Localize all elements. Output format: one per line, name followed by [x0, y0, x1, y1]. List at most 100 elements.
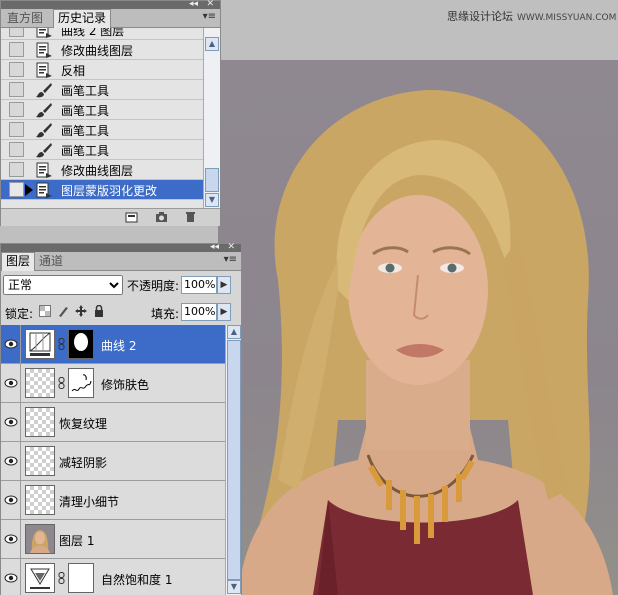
new-document-from-state-icon[interactable] [125, 211, 138, 223]
history-item-label: 修改曲线图层 [61, 164, 134, 178]
lock-position-icon[interactable] [75, 305, 87, 317]
curves-icon[interactable] [25, 329, 55, 359]
blend-mode-select[interactable]: 正常 [3, 275, 123, 295]
close-icon[interactable]: ✕ [206, 0, 214, 9]
layer-row[interactable]: 自然饱和度 1 [1, 559, 225, 595]
double-chevron-icon[interactable]: ◂◂ [210, 242, 219, 252]
eye-icon[interactable] [1, 403, 21, 441]
layer-name[interactable]: 减轻阴影 [59, 454, 107, 471]
history-list: 曲线 2 图层 修改曲线图层 反相 画笔工具 画笔工具 画笔工具 画笔工具 修改曲线图层 图层蒙… [1, 28, 203, 208]
history-source-checkbox[interactable] [9, 142, 24, 157]
eye-icon[interactable] [1, 364, 21, 402]
tab-channels[interactable]: 通道 [35, 253, 67, 269]
watermark-site: WWW.MISSYUAN.COM [517, 13, 617, 23]
watermark: 思缘设计论坛 WWW.MISSYUAN.COM [447, 8, 616, 24]
history-item-label: 修改曲线图层 [61, 44, 134, 58]
scroll-up-arrow-icon[interactable]: ▲ [205, 37, 219, 51]
history-scrollbar[interactable]: ▲ ▼ [203, 28, 220, 208]
history-item[interactable]: 修改曲线图层 [1, 40, 203, 60]
history-source-checkbox[interactable] [9, 162, 24, 177]
tab-histogram[interactable]: 直方图 [3, 10, 47, 26]
tab-layers[interactable]: 图层 [1, 252, 36, 271]
link-chain-icon[interactable] [58, 377, 65, 389]
eye-icon[interactable] [1, 481, 21, 519]
vibrance-icon[interactable] [25, 563, 55, 593]
link-chain-icon[interactable] [58, 338, 65, 350]
history-item-label: 画笔工具 [61, 124, 110, 138]
layer-name[interactable]: 自然饱和度 1 [101, 571, 172, 588]
lock-pixels-icon[interactable] [57, 305, 69, 317]
history-source-checkbox[interactable] [9, 42, 24, 57]
close-icon[interactable]: ✕ [227, 242, 235, 252]
history-item-label: 画笔工具 [61, 84, 110, 98]
scroll-thumb[interactable] [205, 168, 219, 192]
scroll-thumb[interactable] [227, 340, 241, 580]
layer-row[interactable]: 清理小细节 [1, 481, 225, 520]
layer-mask-thumbnail[interactable] [68, 329, 94, 359]
history-item[interactable]: 图层蒙版羽化更改 [1, 180, 203, 200]
scroll-down-arrow-icon[interactable]: ▼ [227, 580, 241, 594]
new-snapshot-icon[interactable] [155, 211, 168, 223]
scroll-down-arrow-icon[interactable]: ▼ [205, 193, 219, 207]
eye-icon[interactable] [1, 442, 21, 480]
layer-thumbnail[interactable] [25, 368, 55, 398]
layer-name[interactable]: 清理小细节 [59, 493, 119, 510]
history-source-checkbox[interactable] [9, 122, 24, 137]
panel-title-bar[interactable]: ◂◂ ✕ [1, 0, 220, 9]
layer-thumbnail[interactable] [25, 407, 55, 437]
eye-icon[interactable] [1, 325, 21, 363]
layer-name[interactable]: 恢复纹理 [59, 415, 107, 432]
brush-icon [35, 142, 53, 158]
panel-title-bar[interactable]: ◂◂ ✕ [1, 242, 241, 252]
link-chain-icon[interactable] [58, 572, 65, 584]
history-item-label: 反相 [61, 64, 86, 78]
history-source-checkbox[interactable] [9, 28, 24, 37]
eye-icon[interactable] [1, 559, 21, 595]
double-chevron-icon[interactable]: ◂◂ [189, 0, 198, 9]
layer-row[interactable]: 曲线 2 [1, 325, 225, 364]
history-state-arrow-icon[interactable] [25, 184, 33, 196]
lock-all-icon[interactable] [93, 305, 105, 317]
history-item[interactable]: 修改曲线图层 [1, 160, 203, 180]
layer-name[interactable]: 修饰肤色 [101, 376, 149, 393]
tab-history[interactable]: 历史记录 [53, 9, 112, 28]
history-item[interactable]: 反相 [1, 60, 203, 80]
layer-name[interactable]: 图层 1 [59, 532, 94, 549]
layer-thumbnail[interactable] [25, 524, 55, 554]
layer-row[interactable]: 修饰肤色 [1, 364, 225, 403]
layers-scrollbar[interactable]: ▲ ▼ [225, 325, 241, 595]
eye-icon[interactable] [1, 520, 21, 558]
history-source-checkbox[interactable] [9, 182, 24, 197]
history-panel: ◂◂ ✕ 直方图 历史记录 ▾≡ 曲线 2 图层 修改曲线图层 反相 画笔工具 画笔工具… [0, 0, 221, 226]
trash-icon[interactable] [184, 211, 197, 223]
history-source-checkbox[interactable] [9, 102, 24, 117]
layer-row[interactable]: 图层 1 [1, 520, 225, 559]
history-item[interactable]: 画笔工具 [1, 120, 203, 140]
scroll-up-arrow-icon[interactable]: ▲ [227, 325, 241, 339]
layer-mask-thumbnail[interactable] [68, 368, 94, 398]
history-item[interactable]: 画笔工具 [1, 100, 203, 120]
fill-slider-arrow-icon[interactable]: ▶ [217, 303, 231, 321]
layer-mask-thumbnail[interactable] [68, 563, 94, 593]
history-item[interactable]: 曲线 2 图层 [1, 28, 203, 40]
history-document-icon [35, 162, 53, 178]
history-item[interactable]: 画笔工具 [1, 140, 203, 160]
panel-menu-icon[interactable]: ▾≡ [224, 254, 237, 265]
layer-row[interactable]: 减轻阴影 [1, 442, 225, 481]
panel-menu-icon[interactable]: ▾≡ [203, 11, 216, 22]
layers-panel: ◂◂ ✕ 图层 通道 ▾≡ 正常 不透明度: 100% ▶ 锁定: 填充: 10… [0, 242, 242, 595]
layer-thumbnail[interactable] [25, 446, 55, 476]
opacity-field[interactable]: 100% [181, 276, 217, 294]
layer-name[interactable]: 曲线 2 [101, 337, 136, 354]
lock-transparent-icon[interactable] [39, 305, 51, 317]
lock-fill-row: 锁定: 填充: 100% ▶ [1, 299, 241, 325]
layer-row[interactable]: 恢复纹理 [1, 403, 225, 442]
document-canvas[interactable] [218, 60, 618, 595]
history-source-checkbox[interactable] [9, 62, 24, 77]
history-item[interactable]: 画笔工具 [1, 80, 203, 100]
layer-thumbnail[interactable] [25, 485, 55, 515]
fill-field[interactable]: 100% [181, 303, 217, 321]
opacity-slider-arrow-icon[interactable]: ▶ [217, 276, 231, 294]
history-source-checkbox[interactable] [9, 82, 24, 97]
history-document-icon [35, 62, 53, 78]
